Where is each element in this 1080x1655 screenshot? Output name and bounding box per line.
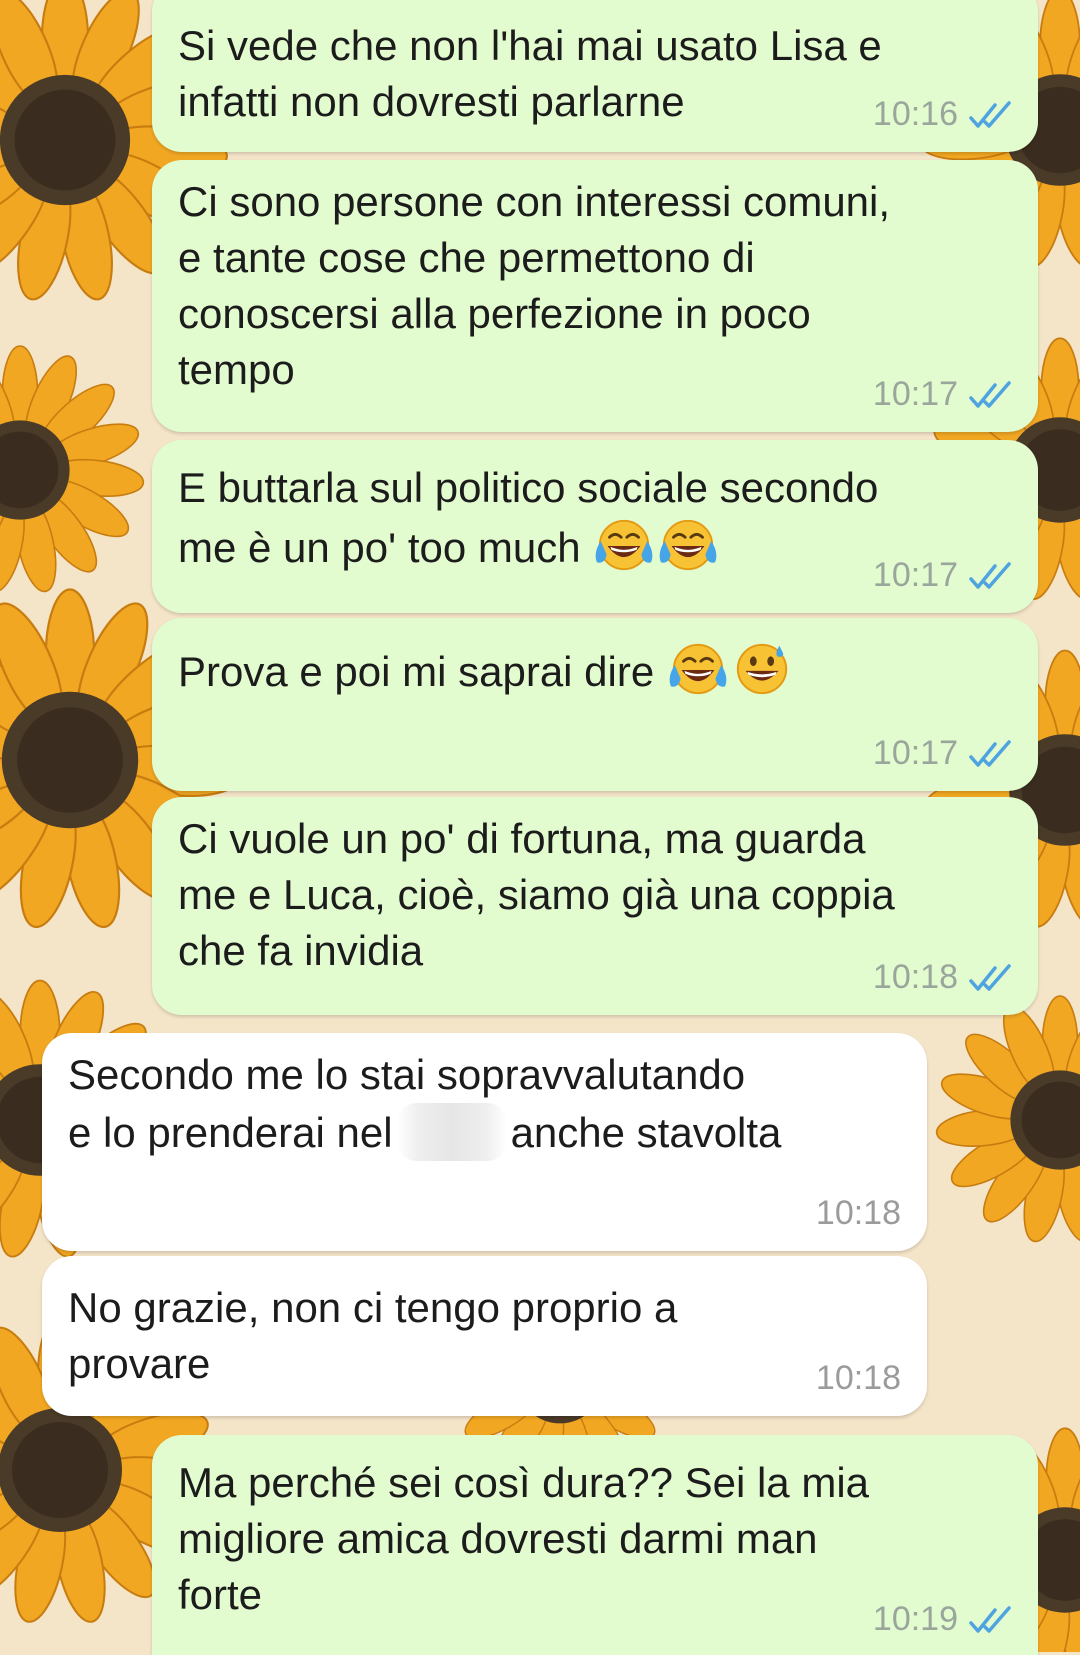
message-bubble-incoming[interactable]: No grazie, non ci tengo proprio a provar…: [42, 1256, 927, 1416]
tears-of-joy-emoji-icon: [594, 519, 655, 571]
tears-of-joy-emoji-icon: [658, 519, 719, 571]
read-double-check-icon: [969, 963, 1011, 991]
message-text-line: Secondo me lo stai sopravvalutando: [68, 1051, 746, 1098]
message-text: Ci vuole un po' di fortuna, ma guarda me…: [178, 815, 895, 974]
message-bubble-outgoing[interactable]: Ci vuole un po' di fortuna, ma guarda me…: [152, 797, 1038, 1015]
message-text-line: Prova e poi mi saprai dire: [178, 648, 655, 695]
message-bubble-outgoing[interactable]: Si vede che non l'hai mai usato Lisa e i…: [152, 0, 1038, 152]
message-time: 10:18: [815, 1359, 901, 1397]
message-bubble-incoming[interactable]: Secondo me lo stai sopravvalutando e lo …: [42, 1033, 927, 1251]
message-time: 10:17: [872, 375, 958, 413]
message-meta: 10:17: [873, 734, 1014, 773]
message-time: 10:17: [872, 556, 958, 594]
redacted-word: [396, 1103, 507, 1161]
read-double-check-icon: [969, 380, 1011, 408]
message-meta: 10:18: [816, 1359, 901, 1398]
message-text-line: me è un po' too much: [178, 524, 581, 571]
message-time: 10:18: [872, 958, 958, 996]
message-text: No grazie, non ci tengo proprio a provar…: [68, 1284, 678, 1387]
message-time: 10:19: [872, 1600, 958, 1638]
message-bubble-outgoing[interactable]: E buttarla sul politico sociale secondo …: [152, 440, 1038, 613]
message-bubble-outgoing[interactable]: Ci sono persone con interessi comuni, e …: [152, 160, 1038, 432]
message-text: Prova e poi mi saprai dire: [178, 640, 1012, 700]
message-time: 10:17: [872, 734, 958, 772]
read-double-check-icon: [969, 1605, 1011, 1633]
message-meta: 10:18: [873, 958, 1014, 997]
read-double-check-icon: [969, 100, 1011, 128]
message-text-part: anche stavolta: [510, 1109, 782, 1156]
message-text-part: e lo prenderai nel: [68, 1109, 393, 1156]
message-text: Ma perché sei così dura?? Sei la mia mig…: [178, 1459, 870, 1618]
message-time: 10:18: [815, 1194, 901, 1232]
read-double-check-icon: [969, 739, 1011, 767]
message-meta: 10:16: [873, 95, 1014, 134]
grinning-sweat-emoji-icon: [736, 643, 788, 695]
message-bubble-outgoing[interactable]: Ma perché sei così dura?? Sei la mia mig…: [152, 1435, 1038, 1655]
message-text-line: E buttarla sul politico sociale secondo: [178, 464, 879, 511]
message-time: 10:16: [872, 95, 958, 133]
message-bubble-outgoing[interactable]: Prova e poi mi saprai dire 10:17: [152, 618, 1038, 791]
message-meta: 10:17: [873, 556, 1014, 595]
chat-thread[interactable]: Si vede che non l'hai mai usato Lisa e i…: [0, 0, 1080, 1655]
message-meta: 10:18: [816, 1194, 901, 1233]
tears-of-joy-emoji-icon: [668, 643, 728, 695]
message-meta: 10:19: [873, 1600, 1014, 1639]
message-text: Ci sono persone con interessi comuni, e …: [178, 178, 891, 393]
message-text: Secondo me lo stai sopravvalutando e lo …: [68, 1047, 901, 1161]
message-meta: 10:17: [873, 375, 1014, 414]
read-double-check-icon: [969, 561, 1011, 589]
